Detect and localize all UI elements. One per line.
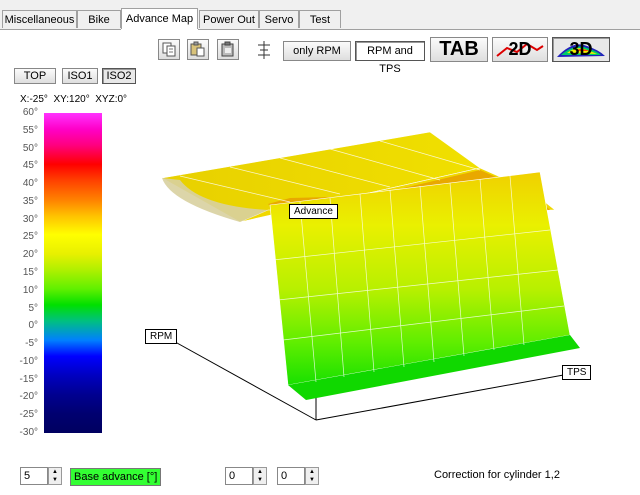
step-spinner[interactable]: ▲ ▼ xyxy=(48,467,62,485)
color-scale-tick: 55° xyxy=(22,124,38,136)
color-scale-tick: 45° xyxy=(22,160,38,172)
color-scale-tick: 60° xyxy=(22,107,38,118)
spin1-input[interactable]: 0 xyxy=(225,467,253,485)
3d-label: 3D xyxy=(569,39,593,59)
advance-axis-label: Advance xyxy=(289,204,338,219)
3d-view-button[interactable]: 3D xyxy=(552,37,610,62)
tab-bike[interactable]: Bike xyxy=(77,10,121,28)
spin2-spinner[interactable]: ▲ ▼ xyxy=(305,467,319,485)
copy-icon xyxy=(162,42,176,57)
iso2-view-button[interactable]: ISO2 xyxy=(102,68,136,84)
advance-3d-surface-plot[interactable] xyxy=(130,110,610,430)
tab-divider xyxy=(0,29,640,30)
align-icon xyxy=(258,41,270,59)
2d-label: 2D xyxy=(508,39,532,59)
rotation-readout: X:-25° XY:120° XYZ:0° xyxy=(20,94,128,105)
color-scale-tick: 35° xyxy=(22,195,38,207)
color-scale-tick: -10° xyxy=(19,355,38,367)
correction-label: Correction for cylinder 1,2 xyxy=(434,469,560,481)
color-scale-tick: -30° xyxy=(19,427,38,438)
copy-button[interactable] xyxy=(158,39,180,60)
tab-miscellaneous[interactable]: Miscellaneous xyxy=(2,10,77,28)
color-scale-tick: 40° xyxy=(22,178,38,190)
color-scale-tick: 15° xyxy=(22,267,38,278)
align-button[interactable] xyxy=(254,39,274,61)
color-scale-tick: 5° xyxy=(28,302,38,314)
only-rpm-button[interactable]: only RPM xyxy=(283,41,351,61)
color-scale-tick: 0° xyxy=(28,320,38,332)
paste-icon xyxy=(190,41,205,57)
color-scale-tick: 10° xyxy=(22,284,38,296)
clipboard-icon xyxy=(221,41,234,57)
tab-advance-map[interactable]: Advance Map xyxy=(121,8,198,30)
clipboard-button[interactable] xyxy=(217,39,239,60)
color-scale-tick: -5° xyxy=(25,338,38,350)
color-scale-tick: -20° xyxy=(19,391,38,403)
color-scale-tick: 30° xyxy=(22,213,38,225)
2d-view-button[interactable]: 2D xyxy=(492,37,548,62)
tps-axis-label: TPS xyxy=(562,365,592,380)
top-view-button[interactable]: TOP xyxy=(14,68,56,84)
paste-button[interactable] xyxy=(187,39,209,60)
color-scale-tick: 25° xyxy=(22,231,38,243)
rpm-axis-label: RPM xyxy=(145,329,178,344)
spin2-input[interactable]: 0 xyxy=(277,467,305,485)
tab-servo[interactable]: Servo xyxy=(259,10,299,28)
color-scale-tick: 50° xyxy=(22,142,38,154)
color-scale-tick: -15° xyxy=(19,373,38,385)
tab-gap xyxy=(121,29,198,30)
tab-test[interactable]: Test xyxy=(299,10,341,28)
tab-view-button[interactable]: TAB xyxy=(430,37,488,62)
rpm-and-tps-button[interactable]: RPM and TPS xyxy=(355,41,425,75)
base-advance-label: Base advance [°] xyxy=(70,468,162,486)
color-scale-bar xyxy=(44,113,102,433)
spin1-spinner[interactable]: ▲ ▼ xyxy=(253,467,267,485)
color-scale-tick: 20° xyxy=(22,249,38,261)
tab-power-out[interactable]: Power Out xyxy=(199,10,259,28)
color-scale-tick: -25° xyxy=(19,409,38,421)
step-input[interactable]: 5 xyxy=(20,467,48,485)
iso1-view-button[interactable]: ISO1 xyxy=(62,68,98,84)
